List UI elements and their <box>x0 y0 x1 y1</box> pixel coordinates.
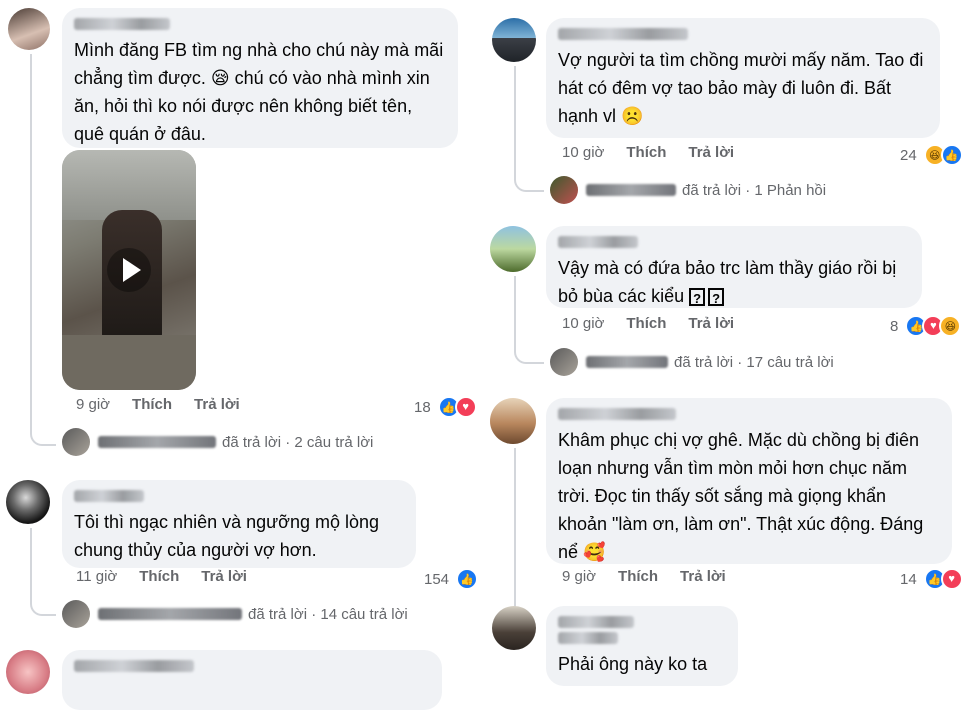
comment-bubble: Khâm phục chị vợ ghê. Mặc dù chồng bị đi… <box>546 398 952 564</box>
reaction-count: 24 <box>900 146 917 164</box>
commenter-name[interactable] <box>558 408 676 420</box>
reply-button[interactable]: Trả lời <box>680 568 726 585</box>
thread-line <box>514 276 544 364</box>
thread-line <box>30 528 56 616</box>
commenter-name[interactable] <box>74 490 144 502</box>
reaction-count: 8 <box>890 317 899 335</box>
comment-text: Phải ông này ko ta <box>558 654 708 674</box>
right-column: Vợ người ta tìm chồng mười mấy năm. Tao … <box>480 0 970 686</box>
avatar[interactable] <box>6 480 50 524</box>
comment-time[interactable]: 10 giờ <box>562 315 604 332</box>
reaction-summary[interactable]: 154 👍 <box>424 568 479 590</box>
commenter-name[interactable] <box>558 616 634 628</box>
thread-line <box>514 448 518 608</box>
comment-video[interactable] <box>62 150 196 390</box>
comment-time[interactable]: 11 giờ <box>76 568 117 585</box>
comment-actions: 10 giờ Thích Trả lời <box>562 315 734 332</box>
like-button[interactable]: Thích <box>626 144 666 161</box>
reply-button[interactable]: Trả lời <box>688 144 734 161</box>
reaction-count: 154 <box>424 570 450 588</box>
like-button[interactable]: Thích <box>618 568 658 585</box>
reaction-summary[interactable]: 24 😆 👍 <box>900 144 963 166</box>
reaction-summary[interactable]: 18 👍 ♥ <box>414 396 477 418</box>
replies-summary[interactable]: đã trả lời · 17 câu trả lời <box>550 348 834 376</box>
comment-bubble <box>62 650 442 710</box>
reaction-count: 14 <box>900 570 917 588</box>
comment-bubble: Mình đăng FB tìm ng nhà cho chú này mà m… <box>62 8 458 148</box>
like-button[interactable]: Thích <box>139 568 179 585</box>
comment-text-body: Vậy mà có đứa bảo trc làm thầy giáo rồi … <box>558 258 897 306</box>
comment-actions: 9 giờ Thích Trả lời <box>562 568 726 585</box>
commenter-name-secondary <box>558 632 618 644</box>
commenter-name[interactable] <box>74 18 170 30</box>
replies-summary[interactable]: đã trả lời · 14 câu trả lời <box>62 600 408 628</box>
avatar[interactable] <box>8 8 50 50</box>
replies-link[interactable]: đã trả lời · 14 câu trả lời <box>248 606 408 623</box>
replies-link[interactable]: đã trả lời · 17 câu trả lời <box>674 354 834 371</box>
comment-bubble: Vậy mà có đứa bảo trc làm thầy giáo rồi … <box>546 226 922 308</box>
comment-time[interactable]: 10 giờ <box>562 144 604 161</box>
commenter-name[interactable] <box>558 28 688 40</box>
love-icon: ♥ <box>940 568 963 590</box>
comment-bubble: Phải ông này ko ta <box>546 606 738 686</box>
commenter-name[interactable] <box>558 236 638 248</box>
avatar <box>62 600 90 628</box>
avatar <box>550 176 578 204</box>
comment-actions: 10 giờ Thích Trả lời <box>562 144 734 161</box>
love-icon: ♥ <box>454 396 477 418</box>
comment-actions: 9 giờ Thích Trả lời <box>76 396 240 413</box>
avatar[interactable] <box>490 398 536 444</box>
like-button[interactable]: Thích <box>132 396 172 413</box>
replier-name <box>98 608 242 620</box>
comment-time[interactable]: 9 giờ <box>76 396 110 413</box>
comment-time[interactable]: 9 giờ <box>562 568 596 585</box>
reply-button[interactable]: Trả lời <box>688 315 734 332</box>
avatar[interactable] <box>6 650 50 694</box>
play-icon[interactable] <box>107 248 151 292</box>
like-button[interactable]: Thích <box>626 315 666 332</box>
like-icon: 👍 <box>940 144 963 166</box>
replier-name <box>586 356 668 368</box>
missing-glyph-icon: ? <box>708 288 725 307</box>
comment-text: Vậy mà có đứa bảo trc làm thầy giáo rồi … <box>558 254 910 310</box>
comment-bubble: Tôi thì ngạc nhiên và ngưỡng mộ lòng chu… <box>62 480 416 568</box>
commenter-name[interactable] <box>74 660 194 672</box>
replies-summary[interactable]: đã trả lời · 2 câu trả lời <box>62 428 373 456</box>
comment-text: Khâm phục chị vợ ghê. Mặc dù chồng bị đi… <box>558 430 924 562</box>
avatar[interactable] <box>492 18 536 62</box>
thread-line <box>30 54 56 446</box>
replies-link[interactable]: đã trả lời · 2 câu trả lời <box>222 434 373 451</box>
comment-text: Mình đăng FB tìm ng nhà cho chú này mà m… <box>74 40 444 144</box>
reply-button[interactable]: Trả lời <box>194 396 240 413</box>
reply-button[interactable]: Trả lời <box>201 568 247 585</box>
avatar <box>550 348 578 376</box>
like-icon: 👍 <box>456 568 479 590</box>
avatar[interactable] <box>490 226 536 272</box>
reaction-summary[interactable]: 14 👍 ♥ <box>900 568 963 590</box>
haha-icon: 😆 <box>939 315 962 337</box>
reaction-summary[interactable]: 8 👍 ♥ 😆 <box>890 315 962 337</box>
replier-name <box>586 184 676 196</box>
comment-actions: 11 giờ Thích Trả lời <box>76 568 247 585</box>
comment-text: Tôi thì ngạc nhiên và ngưỡng mộ lòng chu… <box>74 512 380 560</box>
comment-text: Vợ người ta tìm chồng mười mấy năm. Tao … <box>558 50 924 126</box>
left-column: Mình đăng FB tìm ng nhà cho chú này mà m… <box>0 0 480 710</box>
replier-name <box>98 436 216 448</box>
reaction-count: 18 <box>414 398 431 416</box>
replies-summary[interactable]: đã trả lời · 1 Phản hồi <box>550 176 826 204</box>
replies-link[interactable]: đã trả lời · 1 Phản hồi <box>682 182 826 199</box>
avatar <box>62 428 90 456</box>
avatar[interactable] <box>492 606 536 650</box>
comment-bubble: Vợ người ta tìm chồng mười mấy năm. Tao … <box>546 18 940 138</box>
missing-glyph-icon: ? <box>689 288 706 307</box>
thread-line <box>514 66 544 192</box>
